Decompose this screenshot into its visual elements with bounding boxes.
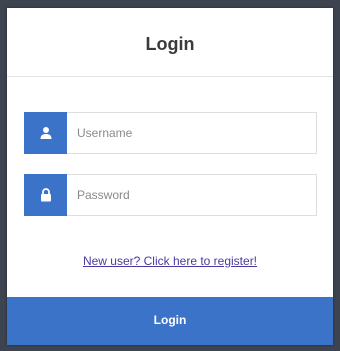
user-icon (24, 112, 67, 154)
username-input[interactable] (67, 112, 317, 154)
password-input[interactable] (67, 174, 317, 216)
lock-icon (24, 174, 67, 216)
login-card: Login New user? Click here to register! … (7, 8, 333, 345)
register-link[interactable]: New user? Click here to register! (7, 254, 333, 268)
login-button[interactable]: Login (7, 297, 333, 345)
password-field-group (24, 174, 317, 216)
card-header: Login (7, 8, 333, 77)
username-field-group (24, 112, 317, 154)
page-title: Login (145, 33, 195, 54)
login-button-label: Login (153, 313, 187, 327)
